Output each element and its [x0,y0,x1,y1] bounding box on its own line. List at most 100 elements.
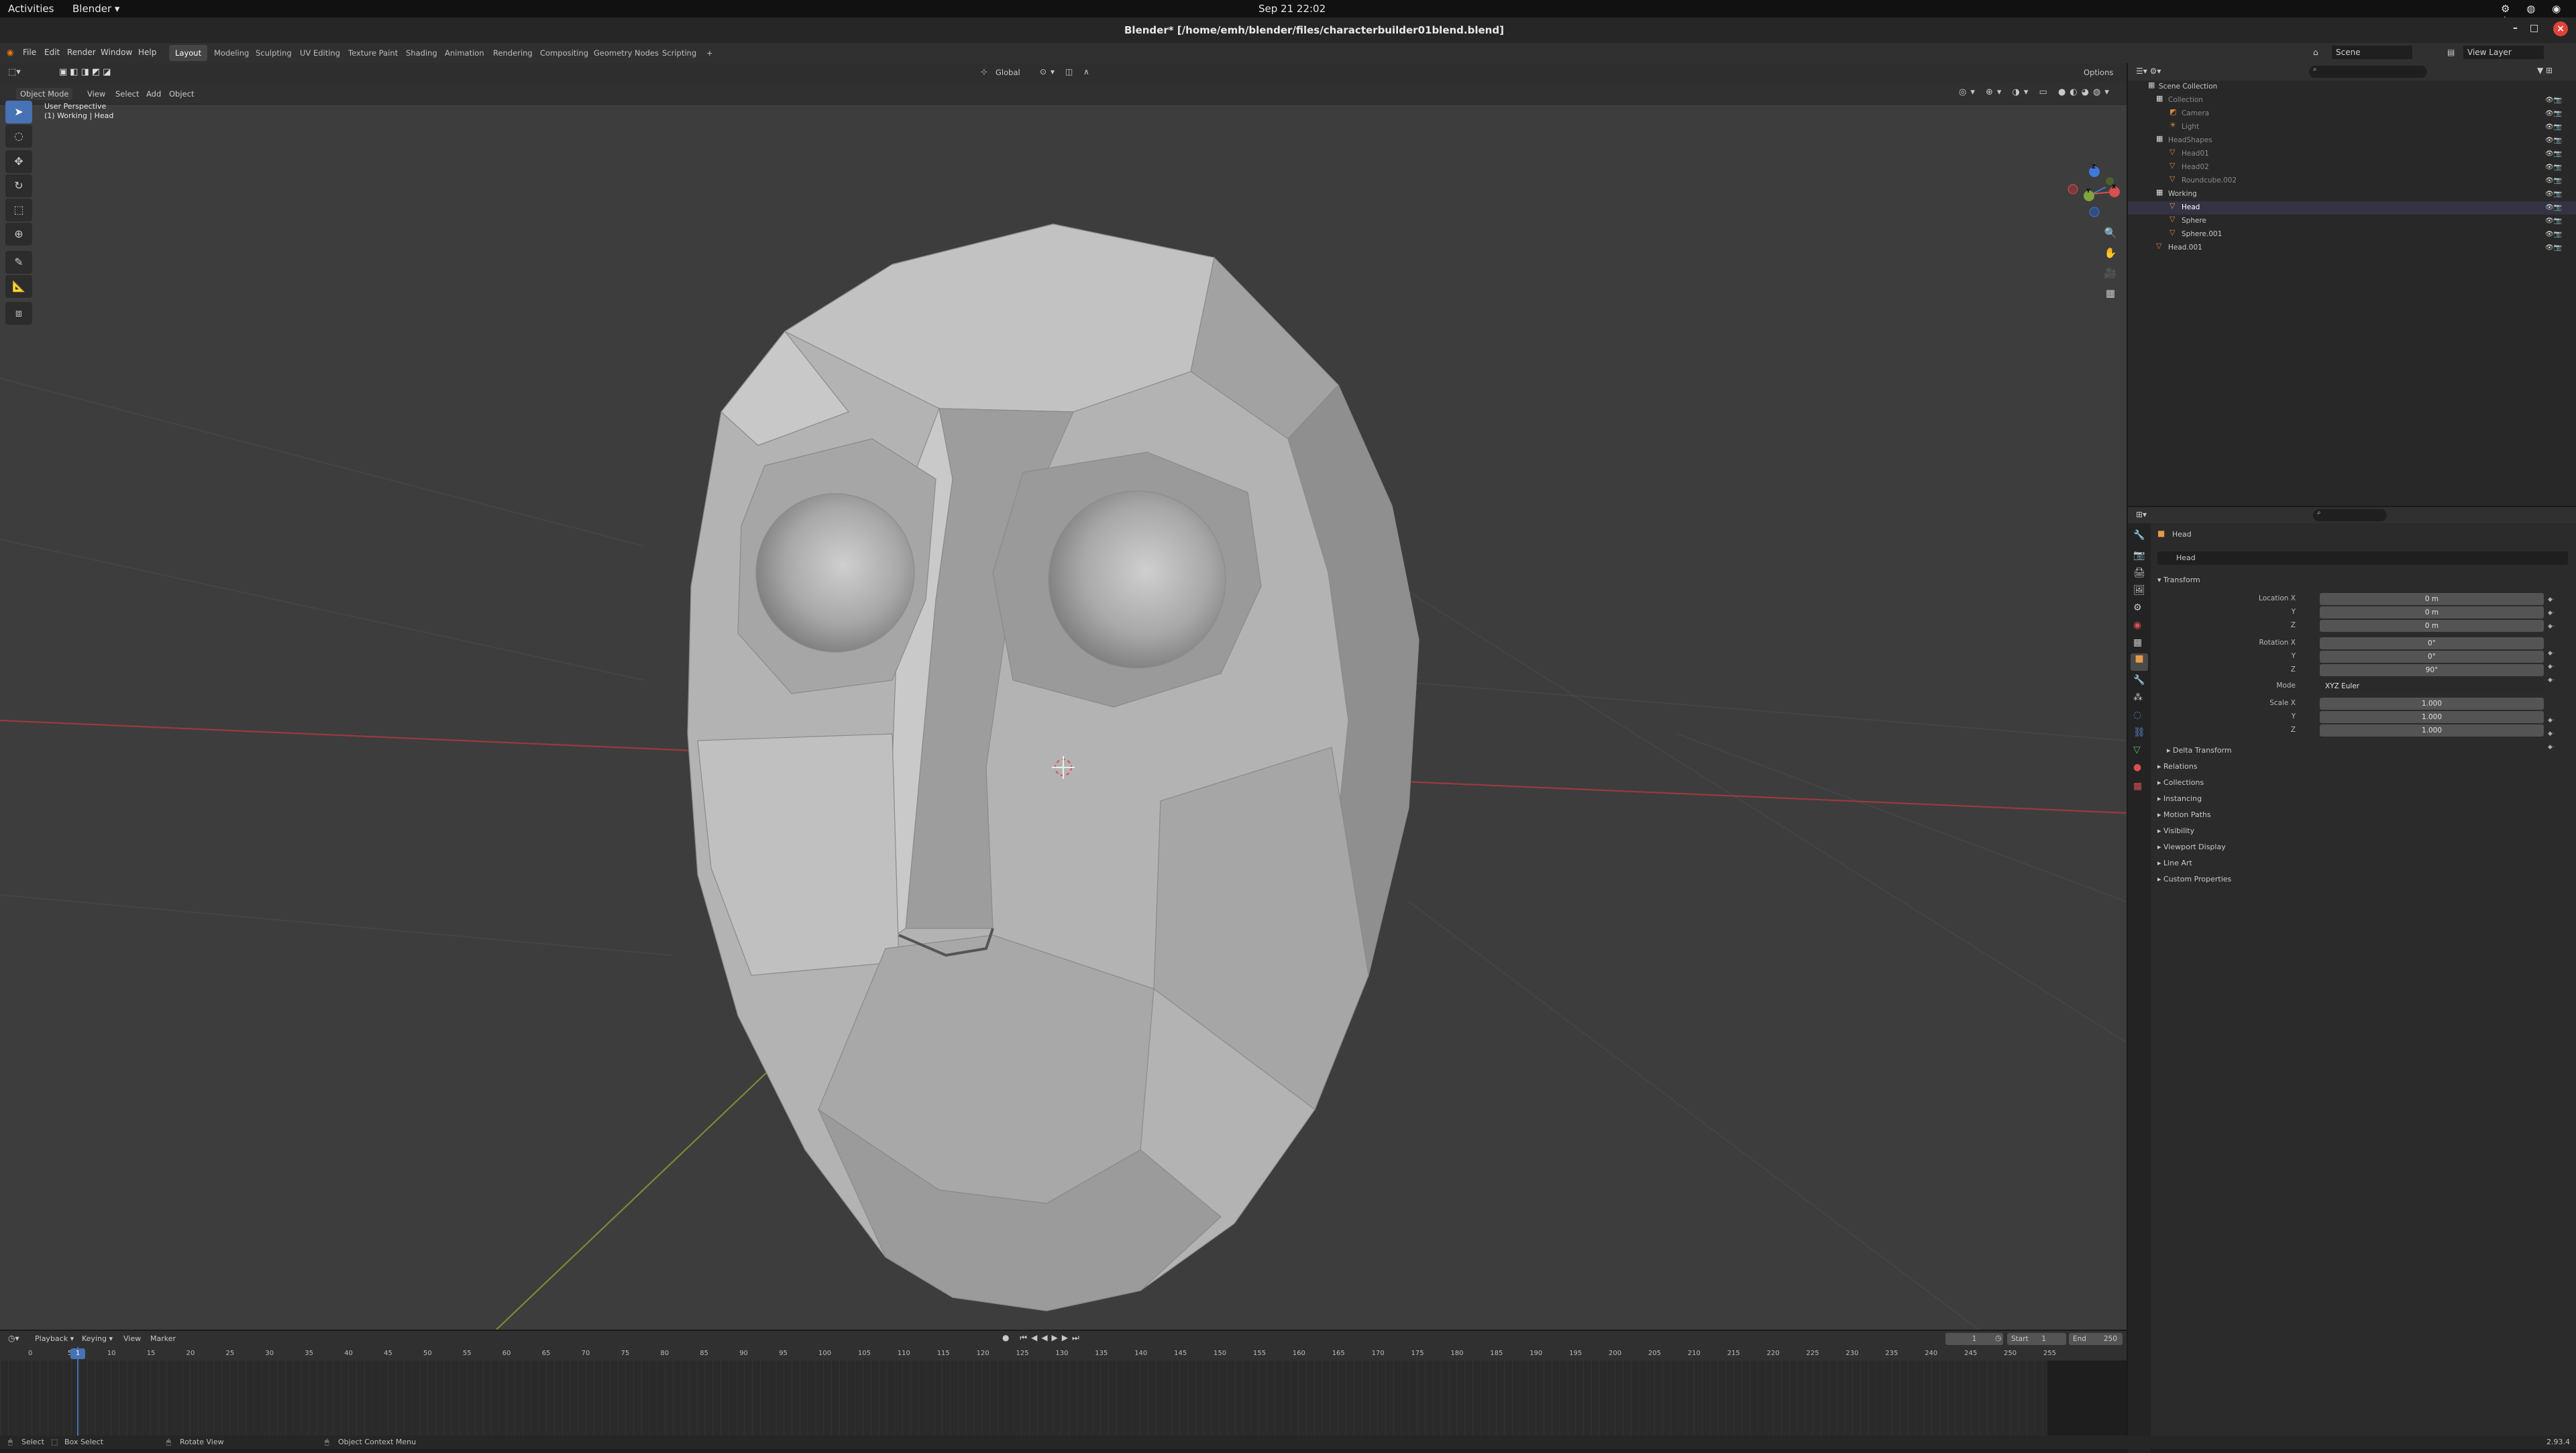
relations-section[interactable]: ▸ Relations [2157,762,2198,771]
visibility-toggles[interactable]: 👁📷 👁📷 👁📷 👁📷 👁📷 👁📷 👁📷 👁📷 👁📷 👁📷 👁📷 👁📷 [2545,94,2572,255]
timeline-track-area[interactable] [0,1360,2127,1436]
properties-editor[interactable]: ⊞▾ ⌕ 🔧 📷 🖨 🖼 ⚙ ◉ ▦ ■ 🔧 ⁂ ◌ ⛓ ▽ ● ▦ ■ Hea… [2128,506,2576,1453]
rotation-mode-dropdown[interactable]: XYZ Euler [2320,680,2544,692]
view-layer-tab-icon[interactable]: 🖼 [2133,585,2145,596]
playhead-frame-indicator[interactable]: 1 [70,1348,85,1359]
outliner-item-sphere-001[interactable]: ▽ Sphere.001 [2128,228,2576,241]
editor-type-icon[interactable]: ⬚▾ [8,67,21,77]
transform-orientation-dropdown[interactable]: Global [996,68,1020,77]
outliner-search-field[interactable]: ⌕ [2309,66,2427,78]
menu-edit[interactable]: Edit [44,48,60,57]
outliner-item-head-001[interactable]: ▽ Head.001 [2128,241,2576,255]
app-menu[interactable]: Blender ▾ [72,3,119,15]
select-mode-icons[interactable]: ▣◧◨◩◪ [59,67,113,77]
viewport-menu-select[interactable]: Select [115,89,139,99]
rotation-y-field[interactable]: 0° [2320,651,2544,663]
properties-search-field[interactable]: ⌕ [2313,509,2387,521]
scene-icon[interactable]: ⌂ [2313,48,2318,57]
mode-dropdown[interactable]: Object Mode [16,88,73,100]
instancing-section[interactable]: ▸ Instancing [2157,794,2202,803]
location-z-field[interactable]: 0 m [2320,620,2544,632]
menu-window[interactable]: Window [101,48,132,57]
location-y-field[interactable]: 0 m [2320,606,2544,618]
render-tab-icon[interactable]: 📷 [2133,550,2145,561]
properties-editor-icon[interactable]: ⊞▾ [2136,510,2147,519]
tab-compositing[interactable]: Compositing [534,45,594,61]
data-tab-icon[interactable]: ▽ [2133,745,2141,755]
clock-icon[interactable]: ◷ [1995,1334,2002,1342]
zoom-icon[interactable]: 🔍 [2102,223,2118,243]
viewport-menu-add[interactable]: Add [146,89,161,99]
tab-animation[interactable]: Animation [439,45,490,61]
outliner-item-light[interactable]: ☀ Light [2128,121,2576,134]
physics-tab-icon[interactable]: ◌ [2133,710,2141,720]
scale-y-field[interactable]: 1.000 [2320,711,2544,723]
tab-scripting[interactable]: Scripting [656,45,702,61]
timeline-editor-icon[interactable]: ◷▾ [8,1334,19,1343]
keyframe-dots[interactable]: ◆· ◆· ◆· ◆· ◆· ◆· ◆· ◆· ◆· [2548,593,2555,754]
playback-controls[interactable]: ● ⏮◀◀▶▶⏭ [1002,1333,1083,1343]
viewport-menu-view[interactable]: View [87,89,105,99]
window-controls[interactable]: –□ [2513,23,2551,34]
camera-view-icon[interactable]: 🎥 [2102,263,2118,283]
output-tab-icon[interactable]: 🖨 [2133,568,2145,578]
object-name-field[interactable]: Head [2157,551,2568,565]
outliner-item-head02[interactable]: ▽ Head02 [2128,161,2576,174]
close-window-icon[interactable]: × [2553,21,2568,36]
viewport-display-section[interactable]: ▸ Viewport Display [2157,843,2226,851]
tab-shading[interactable]: Shading [400,45,443,61]
scale-x-field[interactable]: 1.000 [2320,698,2544,710]
3d-viewport[interactable]: ⬚▾ ▣◧◨◩◪ ⊹ Global ⊙▾ ◫ ∧ Options Object … [0,63,2127,1330]
texture-tab-icon[interactable]: ▦ [2133,781,2142,792]
outliner-item-working[interactable]: ▦ Working [2128,188,2576,201]
outliner-item-head01[interactable]: ▽ Head01 [2128,148,2576,161]
menu-render[interactable]: Render [67,48,96,57]
options-dropdown[interactable]: Options [2084,68,2113,77]
tool-tab-icon[interactable]: 🔧 [2133,530,2145,541]
tab-layout[interactable]: Layout [169,45,208,61]
visibility-section[interactable]: ▸ Visibility [2157,826,2194,835]
activities-button[interactable]: Activities [8,3,54,15]
material-tab-icon[interactable]: ● [2133,762,2141,773]
viewport-menu-object[interactable]: Object [169,89,194,99]
custom-properties-section[interactable]: ▸ Custom Properties [2157,875,2231,883]
frame-ruler[interactable]: 0510152025303540455055606570758085909510… [0,1347,2127,1360]
delta-transform-subsection[interactable]: ▸ Delta Transform [2167,746,2232,755]
scene-tab-icon[interactable]: ⚙ [2133,602,2142,613]
shading-mode-icons[interactable]: ◎▾ ⊕▾ ◑▾ ▭ ●◐◕◍▾ [1959,87,2113,97]
playhead[interactable] [77,1347,78,1437]
line-art-section[interactable]: ▸ Line Art [2157,859,2192,867]
collections-section[interactable]: ▸ Collections [2157,778,2204,787]
filter-icon[interactable]: ▼ ⊞ [2537,66,2553,75]
tab-rendering[interactable]: Rendering [487,45,539,61]
view-layer-selector[interactable]: View Layer [2463,46,2544,59]
rotation-z-field[interactable]: 90° [2320,664,2544,676]
collection-tab-icon[interactable]: ▦ [2133,637,2142,648]
timeline-editor[interactable]: ◷▾ Playback ▾ Keying ▾ View Marker ● ⏮◀◀… [0,1330,2127,1437]
outliner[interactable]: ☰▾ ⚙▾ ⌕ ▼ ⊞ ▦ Scene Collection ▦ Collecti… [2128,63,2576,506]
blender-logo-icon[interactable]: ◉ [7,48,13,57]
tab-modeling[interactable]: Modeling [208,45,255,61]
tab-sculpting[interactable]: Sculpting [250,45,298,61]
world-tab-icon[interactable]: ◉ [2133,620,2141,631]
ortho-toggle-icon[interactable]: ▦ [2102,283,2118,303]
constraints-tab-icon[interactable]: ⛓ [2133,727,2145,738]
timeline-menu-marker[interactable]: Marker [150,1334,176,1343]
location-x-field[interactable]: 0 m [2320,593,2544,605]
scale-z-field[interactable]: 1.000 [2320,724,2544,737]
menu-help[interactable]: Help [138,48,156,57]
start-frame-field[interactable]: Start 1 [2007,1333,2066,1345]
menu-file[interactable]: File [23,48,36,57]
outliner-item-headshapes[interactable]: ▦ HeadShapes [2128,134,2576,148]
pan-hand-icon[interactable]: ✋ [2102,243,2118,263]
timeline-menu-view[interactable]: View [123,1334,141,1343]
outliner-scene-collection[interactable]: ▦ Scene Collection [2128,80,2576,94]
add-workspace-button[interactable]: + [700,45,719,61]
object-tab-icon[interactable]: ■ [2131,653,2148,671]
rotation-x-field[interactable]: 0° [2320,637,2544,649]
scene-selector[interactable]: Scene [2332,46,2412,59]
particles-tab-icon[interactable]: ⁂ [2133,692,2143,703]
tab-texture-paint[interactable]: Texture Paint [342,45,404,61]
tab-uv-editing[interactable]: UV Editing [294,45,346,61]
outliner-item-roundcube[interactable]: ▽ Roundcube.002 [2128,174,2576,188]
